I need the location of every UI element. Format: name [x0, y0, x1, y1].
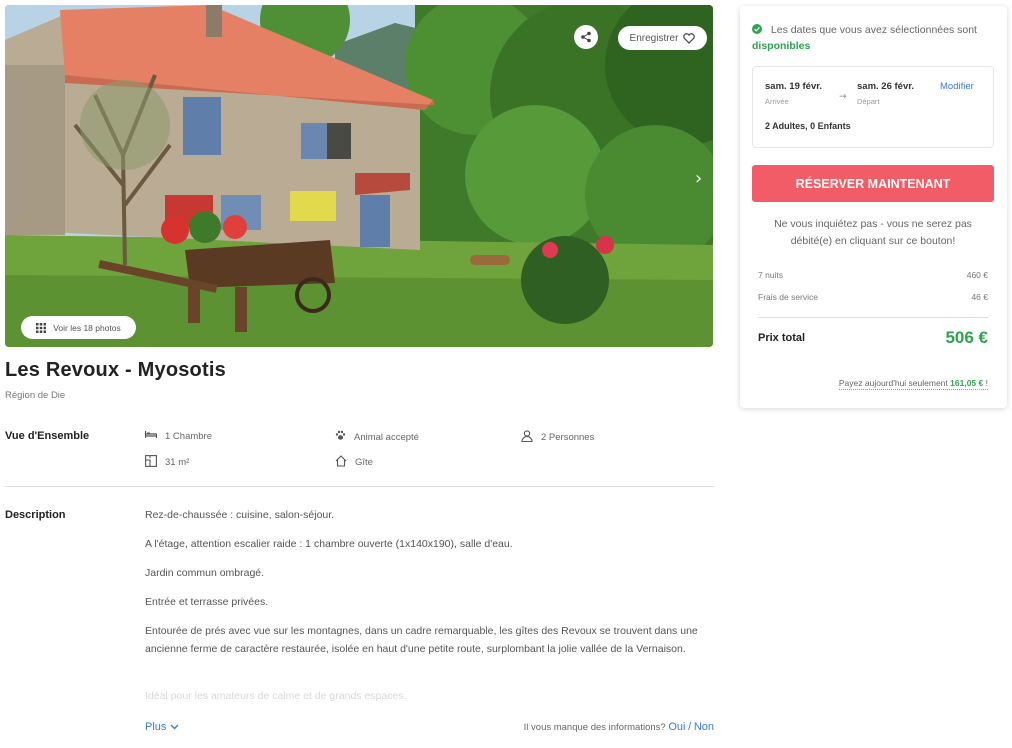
description-paragraph: Rez-de-chaussée : cuisine, salon-séjour.	[145, 509, 335, 521]
price-line-value: 46 €	[971, 292, 988, 302]
feature-area-text: 31 m²	[165, 457, 190, 468]
overview-label: Vue d'Ensemble	[5, 430, 90, 442]
price-line-nights: 7 nuits 460 €	[758, 270, 988, 280]
availability-message: Les dates que vous avez sélectionnées so…	[752, 22, 997, 54]
chevron-right-icon[interactable]: ›	[695, 168, 702, 189]
description-paragraph: Entrée et terrasse privées.	[145, 596, 269, 608]
no-link[interactable]: Non	[694, 721, 714, 733]
share-button[interactable]	[574, 25, 598, 49]
feature-type-text: Gîte	[355, 457, 373, 468]
view-photos-button[interactable]: Voir les 18 photos	[21, 316, 136, 339]
pay-today-amount: 161,05 €	[950, 378, 984, 388]
listing-region: Région de Die	[5, 390, 66, 401]
missing-info-prompt: Il vous manque des informations? Oui / N…	[524, 721, 714, 733]
arrow-right-icon: →	[839, 92, 847, 102]
total-price: 506 €	[945, 328, 988, 347]
feature-bedrooms-text: 1 Chambre	[165, 430, 212, 442]
description-paragraph: Jardin commun ombragé.	[145, 567, 265, 579]
departure-date: sam. 26 févr.	[857, 81, 915, 92]
total-label: Prix total	[758, 332, 806, 344]
show-more-link[interactable]: Plus	[145, 721, 179, 733]
price-divider	[758, 317, 988, 318]
availability-text: Les dates que vous avez sélectionnées so…	[770, 24, 977, 36]
show-more-label: Plus	[145, 721, 167, 733]
price-line-value: 460 €	[966, 270, 988, 280]
view-photos-label: Voir les 18 photos	[53, 322, 121, 333]
feature-capacity: 2 Personnes	[521, 430, 594, 445]
arrival-date: sam. 19 févr.	[765, 81, 823, 92]
dates-selector[interactable]: sam. 19 févr. Arrivée → sam. 26 févr. Dé…	[752, 66, 994, 148]
description-paragraph: A l'étage, attention escalier raide : 1 …	[145, 538, 513, 550]
availability-status: disponibles	[752, 40, 811, 52]
reassurance-text: Ne vous inquiétez pas - vous ne serez pa…	[774, 218, 972, 247]
modify-dates-link[interactable]: Modifier	[940, 81, 974, 92]
booking-card: Les dates que vous avez sélectionnées so…	[740, 6, 1007, 408]
feature-bedrooms: 1 Chambre	[144, 430, 212, 442]
floor-plan-icon	[145, 455, 157, 470]
chevron-down-icon	[170, 721, 179, 733]
farmhouse-photo-illustration	[5, 5, 713, 347]
pay-today-prefix: Payez aujourd'hui seulement	[838, 378, 948, 388]
arrival-label: Arrivée	[765, 97, 789, 106]
pay-today-info[interactable]: Payez aujourd'hui seulement 161,05 € !	[838, 378, 988, 390]
heart-icon	[683, 32, 696, 44]
bed-icon	[144, 430, 158, 442]
house-icon	[335, 455, 347, 470]
price-line-label: 7 nuits	[758, 270, 784, 280]
description-paragraph: Entourée de prés avec vue sur les montag…	[145, 625, 698, 655]
feature-pets-text: Animal accepté	[354, 431, 419, 443]
paw-icon	[335, 430, 346, 444]
share-icon	[580, 31, 592, 43]
save-label: Enregistrer	[629, 32, 679, 44]
listing-photo[interactable]: Enregistrer › Voir les 18 photos	[5, 5, 713, 347]
description-paragraph-faded: Idéal pour les amateurs de calme et de g…	[145, 690, 407, 702]
person-icon	[521, 430, 533, 445]
check-circle-icon	[752, 24, 771, 36]
price-line-label: Frais de service	[758, 292, 818, 302]
missing-info-text: Il vous manque des informations?	[523, 722, 666, 733]
feature-pets: Animal accepté	[335, 430, 419, 444]
pay-today-suffix: !	[985, 378, 988, 388]
feature-area: 31 m²	[145, 455, 189, 470]
listing-title: Les Revoux - Myosotis	[5, 359, 226, 381]
section-divider	[5, 486, 714, 487]
book-now-button[interactable]: RÉSERVER MAINTENANT	[752, 165, 994, 202]
feature-type: Gîte	[335, 455, 373, 470]
feature-capacity-text: 2 Personnes	[541, 432, 595, 443]
grid-icon	[36, 322, 47, 333]
save-button[interactable]: Enregistrer	[618, 26, 707, 50]
price-line-service-fee: Frais de service 46 €	[758, 292, 988, 302]
yes-no-separator: /	[688, 721, 692, 733]
yes-link[interactable]: Oui	[668, 721, 685, 733]
departure-label: Départ	[857, 97, 880, 106]
description-label: Description	[5, 509, 66, 521]
guests-summary: 2 Adultes, 0 Enfants	[765, 121, 851, 131]
